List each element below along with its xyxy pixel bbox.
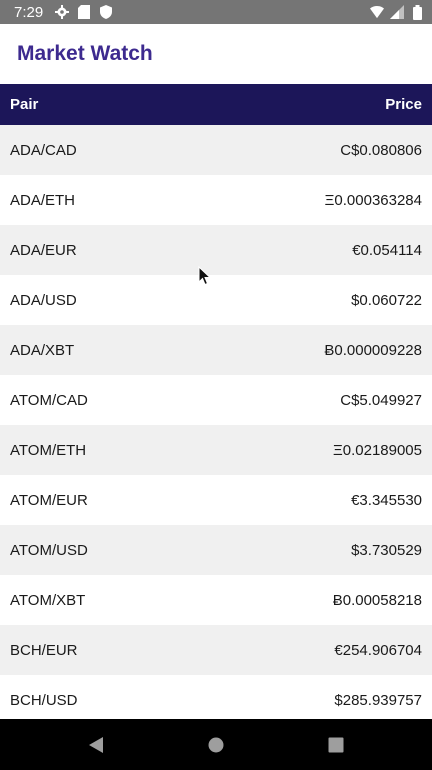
- price-cell: Ƀ0.000009228: [324, 341, 422, 359]
- table-row[interactable]: ADA/USD $0.060722: [0, 275, 432, 325]
- home-icon[interactable]: [205, 734, 227, 756]
- battery-icon: [410, 4, 424, 20]
- status-icons-left: [55, 5, 113, 19]
- navigation-bar: [0, 719, 432, 770]
- price-cell: $0.060722: [351, 291, 422, 309]
- pair-cell: ATOM/CAD: [10, 391, 88, 409]
- price-cell: $3.730529: [351, 541, 422, 559]
- price-cell: €0.054114: [352, 241, 422, 259]
- pair-cell: ADA/ETH: [10, 191, 76, 209]
- price-cell: €3.345530: [351, 491, 422, 509]
- back-icon[interactable]: [85, 734, 107, 756]
- page-title: Market Watch: [17, 42, 153, 65]
- status-bar: 7:29: [0, 0, 432, 24]
- signal-icon: [390, 5, 404, 19]
- table-row[interactable]: ADA/CAD C$0.080806: [0, 125, 432, 175]
- table-header: Pair Price: [0, 84, 432, 125]
- pair-cell: ATOM/ETH: [10, 441, 87, 459]
- price-cell: Ξ0.02189005: [333, 441, 422, 459]
- table-row[interactable]: ADA/ETH Ξ0.000363284: [0, 175, 432, 225]
- pair-cell: ATOM/XBT: [10, 591, 86, 609]
- price-cell: Ξ0.000363284: [324, 191, 422, 209]
- pair-cell: ADA/CAD: [10, 141, 77, 159]
- pair-cell: ADA/XBT: [10, 341, 75, 359]
- sd-card-icon: [77, 5, 91, 19]
- price-cell: $285.939757: [334, 691, 422, 709]
- table-row[interactable]: BCH/EUR €254.906704: [0, 625, 432, 675]
- column-header-price[interactable]: Price: [385, 96, 422, 113]
- price-cell: Ƀ0.00058218: [332, 591, 422, 609]
- market-list[interactable]: ADA/CAD C$0.080806 ADA/ETH Ξ0.000363284 AD…: [0, 125, 432, 719]
- price-cell: C$5.049927: [340, 391, 422, 409]
- settings-icon: [55, 5, 70, 19]
- pair-cell: ADA/EUR: [10, 241, 77, 259]
- table-row[interactable]: ATOM/CAD C$5.049927: [0, 375, 432, 425]
- table-row[interactable]: ATOM/XBT Ƀ0.00058218: [0, 575, 432, 625]
- app-bar: Market Watch: [0, 24, 432, 84]
- mouse-cursor-icon: [198, 266, 212, 286]
- status-icons-right: [370, 4, 424, 20]
- pair-cell: ATOM/USD: [10, 541, 88, 559]
- status-time: 7:29: [14, 3, 44, 21]
- pair-cell: BCH/USD: [10, 691, 78, 709]
- price-cell: €254.906704: [334, 641, 422, 659]
- price-cell: C$0.080806: [340, 141, 422, 159]
- table-row[interactable]: BCH/USD $285.939757: [0, 675, 432, 719]
- table-row[interactable]: ATOM/USD $3.730529: [0, 525, 432, 575]
- column-header-pair[interactable]: Pair: [10, 96, 38, 113]
- table-row[interactable]: ATOM/ETH Ξ0.02189005: [0, 425, 432, 475]
- pair-cell: ADA/USD: [10, 291, 77, 309]
- shield-icon: [99, 5, 113, 19]
- pair-cell: BCH/EUR: [10, 641, 78, 659]
- recents-icon[interactable]: [325, 734, 347, 756]
- table-row[interactable]: ADA/XBT Ƀ0.000009228: [0, 325, 432, 375]
- pair-cell: ATOM/EUR: [10, 491, 88, 509]
- wifi-icon: [370, 5, 384, 19]
- table-row[interactable]: ADA/EUR €0.054114: [0, 225, 432, 275]
- table-row[interactable]: ATOM/EUR €3.345530: [0, 475, 432, 525]
